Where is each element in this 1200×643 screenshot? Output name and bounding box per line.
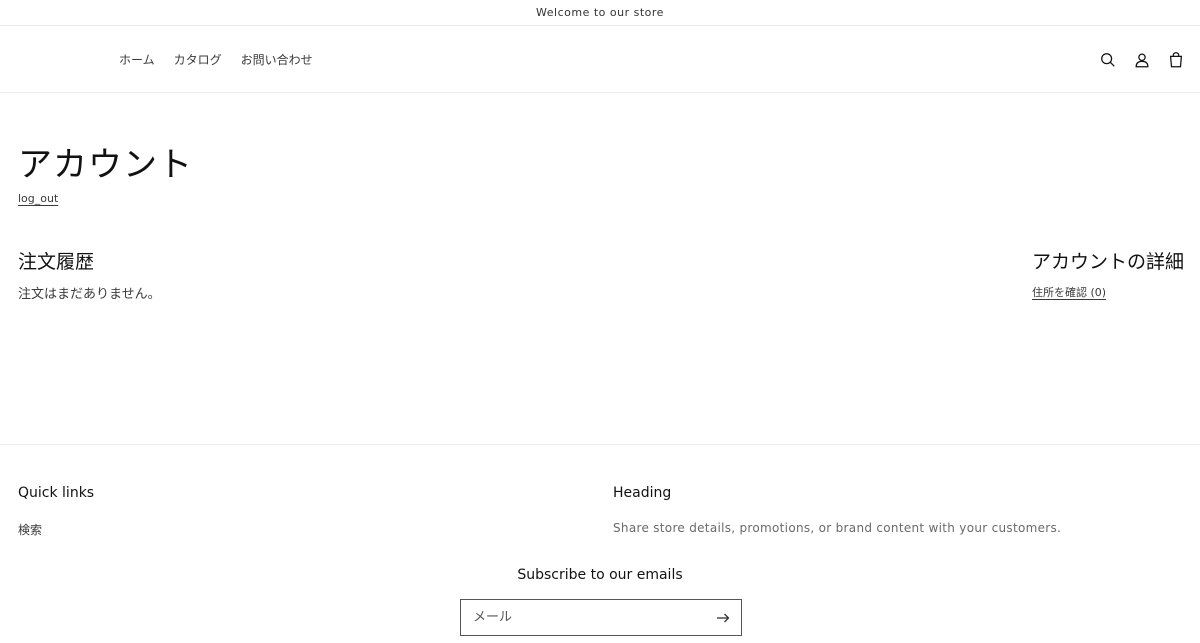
- announcement-text: Welcome to our store: [536, 6, 664, 19]
- quick-links-title: Quick links: [18, 485, 95, 501]
- cart-icon[interactable]: [1166, 50, 1186, 70]
- nav-item-catalog[interactable]: カタログ: [174, 51, 222, 68]
- footer-heading-title: Heading: [613, 485, 672, 501]
- view-addresses-label: 住所を確認: [1032, 286, 1087, 299]
- search-icon[interactable]: [1098, 50, 1118, 70]
- page-title: アカウント: [18, 145, 193, 185]
- account-icon[interactable]: [1132, 50, 1152, 70]
- site-footer: Quick links 検索 Heading Share store detai…: [0, 444, 1200, 643]
- newsletter-form: [460, 599, 742, 636]
- orders-empty-text: 注文はまだありません。: [18, 287, 161, 302]
- newsletter-submit-button[interactable]: [705, 600, 741, 635]
- nav-item-home[interactable]: ホーム: [119, 51, 155, 68]
- header-icons: [1098, 26, 1186, 93]
- footer-link-search[interactable]: 検索: [18, 521, 42, 538]
- announcement-bar: Welcome to our store: [0, 0, 1200, 26]
- view-addresses-link[interactable]: 住所を確認 (0): [1032, 284, 1106, 300]
- site-header: ホーム カタログ お問い合わせ: [0, 26, 1200, 93]
- addresses-count: (0): [1090, 286, 1107, 299]
- account-details-title: アカウントの詳細: [1031, 251, 1184, 273]
- order-history-title: 注文履歴: [18, 251, 95, 273]
- nav-item-contact[interactable]: お問い合わせ: [241, 51, 313, 68]
- newsletter-email-input[interactable]: [461, 600, 705, 635]
- newsletter-title: Subscribe to our emails: [517, 567, 683, 583]
- footer-heading-text: Share store details, promotions, or bran…: [613, 521, 1062, 535]
- logout-link[interactable]: log_out: [18, 192, 58, 205]
- main-nav: ホーム カタログ お問い合わせ: [119, 26, 313, 93]
- arrow-right-icon: [717, 613, 730, 622]
